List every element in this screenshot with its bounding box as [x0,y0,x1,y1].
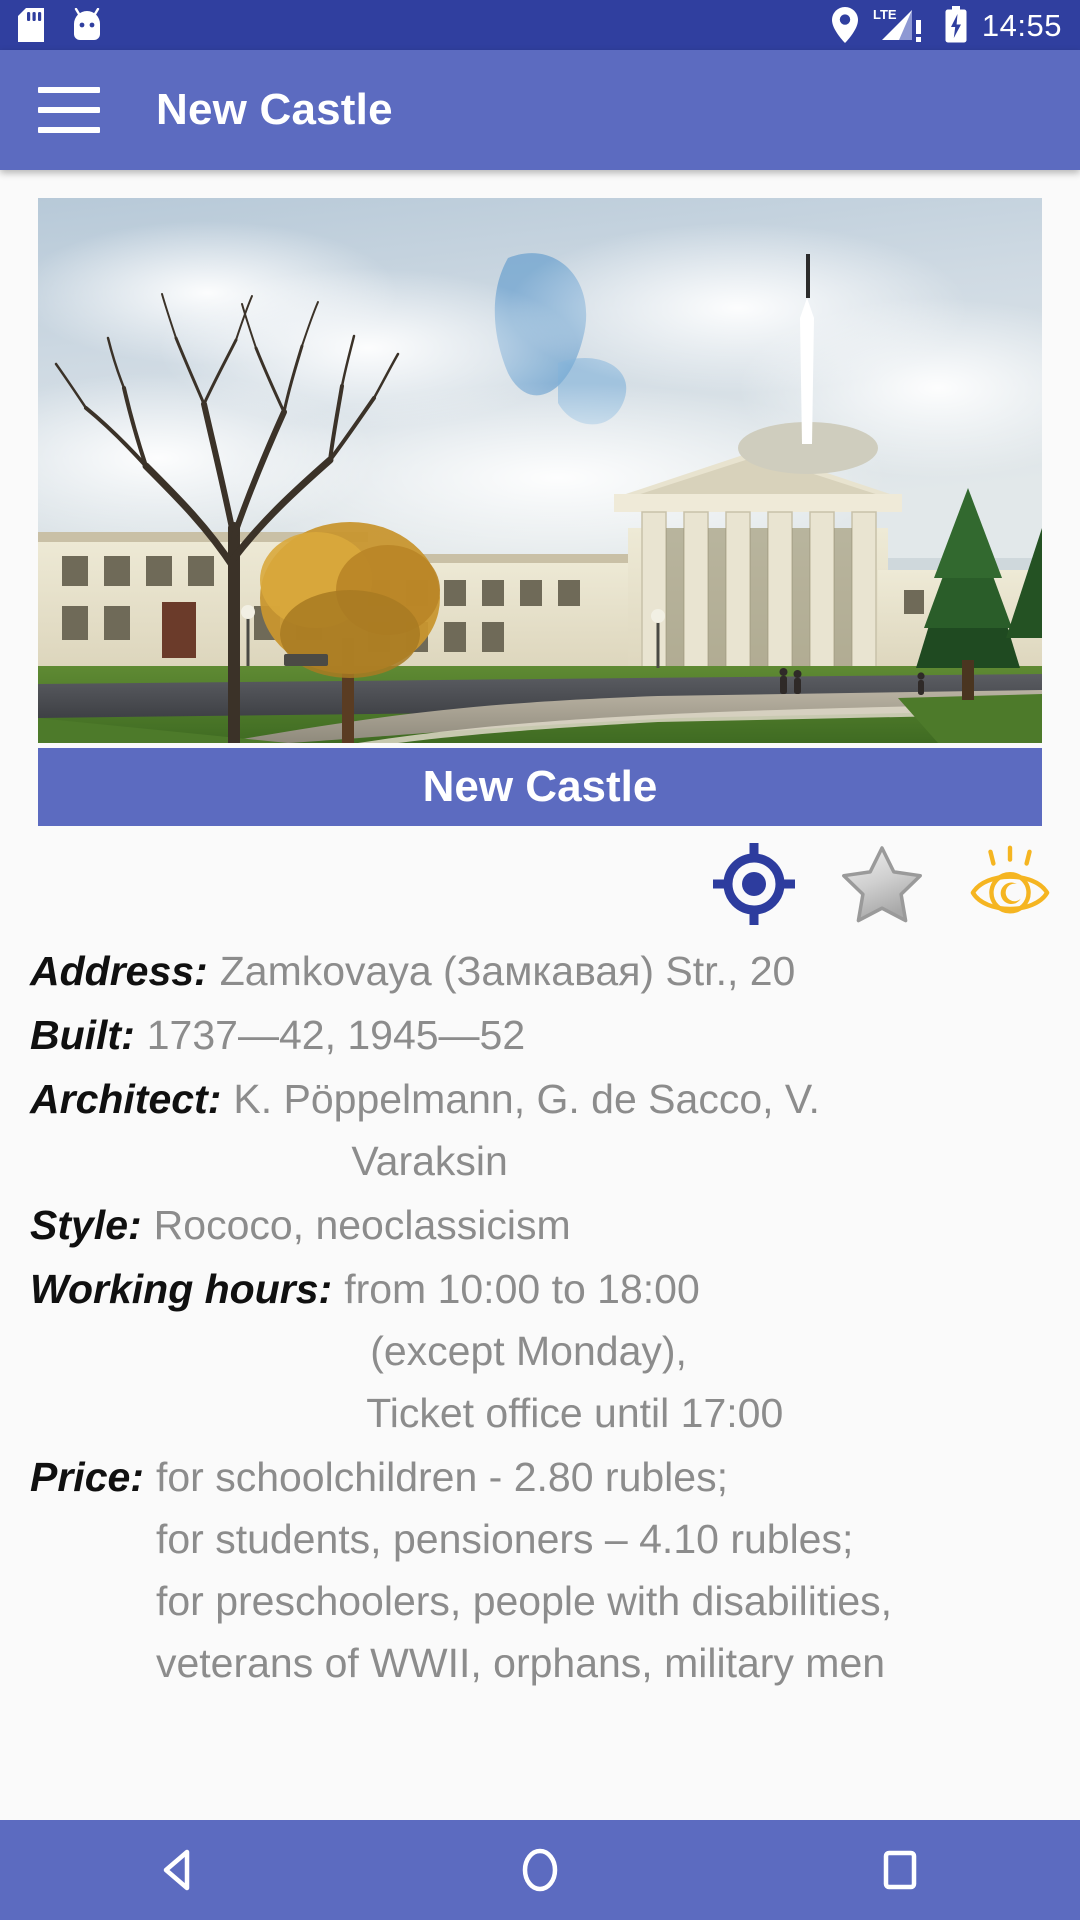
action-icon-row [712,842,1052,926]
info-value: Zamkovaya (Замкавая) Str., 20 [220,940,1050,1002]
info-label: Working hours: [30,1266,333,1312]
menu-line-3 [38,127,100,133]
info-value-line: from 10:00 to 18:00 [344,1266,700,1312]
info-label: Address: [30,948,208,994]
info-value-line: for preschoolers, people with disabiliti… [155,1578,893,1624]
phone-screen: LTE 14:55 New Castle New Castle Address:… [0,0,1080,1920]
menu-line-1 [38,87,100,93]
recents-button[interactable] [820,1820,980,1920]
location-pin-icon [831,7,858,43]
info-value-line: Rococo, neoclassicism [153,1202,571,1248]
hamburger-menu-icon[interactable] [38,87,100,133]
android-navigation-bar [0,1820,1080,1920]
info-value: 1737—42, 1945—52 [147,1004,1050,1066]
visited-eye-icon[interactable] [968,842,1052,926]
info-value-line: for students, pensioners – 4.10 rubles; [155,1516,854,1562]
back-button[interactable] [100,1820,260,1920]
status-bar-clock: 14:55 [981,7,1062,43]
info-label: Style: [30,1202,142,1248]
app-bar: New Castle [0,50,1080,170]
info-value-line: for schoolchildren - 2.80 rubles; [155,1454,728,1500]
landmark-photo-image [38,198,1042,743]
menu-line-2 [38,107,100,113]
lte-label: LTE [873,7,897,22]
photo-caption-banner: New Castle [38,748,1042,826]
info-row-architect: Architect: K. Pöppelmann, G. de Sacco, V… [30,1068,1050,1192]
info-row-working-hours: Working hours: from 10:00 to 18:00 (exce… [30,1258,1050,1444]
sd-card-icon [18,8,44,42]
home-button[interactable] [460,1820,620,1920]
scroll-content[interactable]: New Castle Address: Zamkovaya (Замкавая)… [0,170,1080,1850]
info-value: for schoolchildren - 2.80 rubles; for st… [156,1446,1050,1694]
info-value: Rococo, neoclassicism [154,1194,1050,1256]
info-value-line: Zamkovaya (Замкавая) Str., 20 [219,948,796,994]
landmark-photo[interactable] [38,198,1042,743]
info-label: Architect: [30,1076,222,1122]
status-bar-right-icons: LTE 14:55 [831,6,1062,44]
battery-charging-icon [945,6,967,43]
info-label: Price: [30,1454,144,1500]
info-value-line: 1737—42, 1945—52 [146,1012,526,1058]
info-value-line: K. Pöppelmann, G. de Sacco, V. [233,1076,820,1122]
locate-on-map-icon[interactable] [712,842,796,926]
info-label: Built: [30,1012,135,1058]
info-value-line: Varaksin [351,1138,508,1184]
info-value-line: veterans of WWII, orphans, military men [155,1640,886,1686]
favorite-star-icon[interactable] [840,842,924,926]
info-value: K. Pöppelmann, G. de Sacco, V. Varaksin [233,1068,1050,1192]
info-row-built: Built: 1737—42, 1945—52 [30,1004,1050,1066]
info-value-line: (except Monday), [370,1328,687,1374]
android-robot-icon [74,8,100,40]
status-bar: LTE 14:55 [0,0,1080,50]
info-row-price: Price: for schoolchildren - 2.80 rubles;… [30,1446,1050,1694]
lte-signal-icon: LTE [873,7,921,42]
status-bar-left-icons [18,8,104,42]
info-row-address: Address: Zamkovaya (Замкавая) Str., 20 [30,940,1050,1002]
info-row-style: Style: Rococo, neoclassicism [30,1194,1050,1256]
landmark-info-list: Address: Zamkovaya (Замкавая) Str., 20 B… [0,940,1080,1696]
info-value: from 10:00 to 18:00 (except Monday), Tic… [344,1258,1050,1444]
photo-caption-text: New Castle [422,762,658,811]
info-value-line: Ticket office until 17:00 [366,1390,784,1436]
page-title: New Castle [156,85,393,134]
